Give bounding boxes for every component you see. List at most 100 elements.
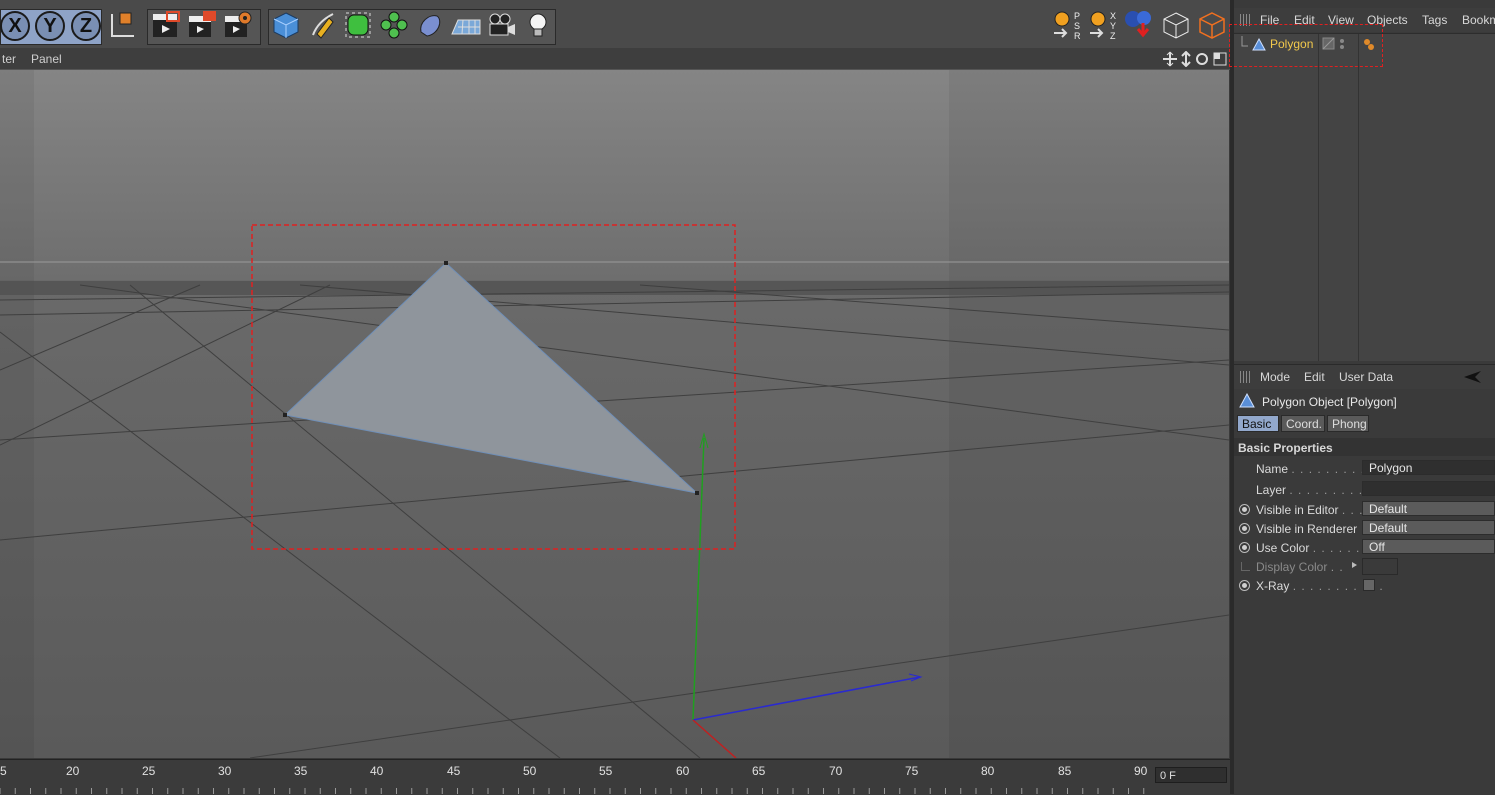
name-field[interactable]: Polygon [1362,460,1495,475]
wireframe-display-button[interactable] [1160,9,1192,41]
object-manager-top-strip [1234,0,1495,8]
om-menu-tags[interactable]: Tags [1422,13,1447,27]
timeline-tick-label: 35 [294,764,308,778]
z-axis-label: Z [79,14,93,37]
render-to-picture-viewer-button[interactable] [186,9,218,41]
make-editable-button[interactable] [1123,9,1155,41]
safe-frame-right [949,70,1229,758]
timeline-tick-label: 55 [599,764,613,778]
section-title: Basic Properties [1238,441,1333,455]
viewport-menu-panel[interactable]: Panel [31,52,62,66]
timeline-tick-label: 50 [523,764,537,778]
psr-letter-p: P [1074,11,1081,21]
xyz-letter-y: Y [1110,21,1117,31]
perspective-viewport[interactable] [0,70,1229,758]
viewport-menu-bar: ter Panel [0,48,1232,70]
maximize-view-icon[interactable] [1213,52,1227,66]
deformer-button[interactable] [414,9,446,41]
x-axis-label: X [8,14,22,37]
floor-grid-icon [451,19,481,35]
tab-phong[interactable]: Phong [1327,415,1369,432]
coordinate-system-button[interactable] [106,9,138,41]
pen-icon [312,13,334,39]
psr-letter-r: R [1074,31,1081,41]
camera-icon [489,13,515,36]
render-settings-button[interactable] [222,9,254,41]
main-toolbar: X Y Z P S R X Y Z [0,0,1232,49]
polygon-object-icon [1239,393,1255,408]
prop-use-color-label-text: Use Color [1256,541,1310,555]
label-dots: . . [1330,560,1344,574]
shaded-wire-display-button[interactable] [1196,9,1228,41]
clapboard-gear-icon [225,11,252,37]
clapboard-picture-icon [189,11,216,37]
back-arrow-icon[interactable] [1463,370,1483,384]
floor-button[interactable] [450,9,482,41]
use-color-animate-radio[interactable] [1239,542,1250,553]
render-view-button[interactable] [150,9,182,41]
column-divider [1358,34,1359,361]
add-cube-button[interactable] [270,9,302,41]
move-view-icon[interactable] [1163,51,1177,67]
expand-triangle-icon[interactable] [1351,561,1359,569]
timeline-ruler[interactable] [0,759,1232,795]
clapboard-icon [153,11,180,37]
xyz-letter-x: X [1110,11,1117,21]
xyz-letters: X Y Z [1110,11,1116,41]
wireframe-cube-icon [1163,12,1189,39]
prop-vis-editor-label: Visible in Editor . . . [1256,503,1364,517]
rotate-view-icon[interactable] [1196,53,1208,65]
timeline-tick-label: 45 [447,764,461,778]
attribute-object-title: Polygon Object [Polygon] [1262,395,1397,409]
om-menu-bookmarks[interactable]: Bookm [1462,13,1495,27]
vis-editor-animate-radio[interactable] [1239,504,1250,515]
y-axis-lock-button[interactable]: Y [35,11,65,41]
cloner-button[interactable] [378,9,410,41]
layer-field[interactable] [1362,481,1495,496]
timeline-tick-label: 65 [752,764,766,778]
timeline-tick-label: 60 [676,764,690,778]
object-list[interactable]: Polygon [1234,33,1495,361]
am-menu-mode[interactable]: Mode [1260,370,1290,384]
am-menu-user-data[interactable]: User Data [1339,370,1393,384]
prop-display-color-label-text: Display Color [1256,560,1328,574]
z-axis-lock-button[interactable]: Z [71,11,101,41]
prop-name-label-text: Name [1256,462,1289,476]
timeline-tick-label: 70 [829,764,843,778]
viewport-menu-filter[interactable]: ter [2,52,16,66]
tab-basic[interactable]: Basic [1237,415,1279,432]
zoom-view-icon[interactable] [1181,51,1191,67]
xray-animate-radio[interactable] [1239,580,1250,591]
visible-in-renderer-dropdown[interactable]: Default [1362,520,1495,535]
xray-checkbox[interactable] [1363,579,1375,591]
subdivision-surface-button[interactable] [342,9,374,41]
safe-frame-left [0,70,34,758]
light-button[interactable] [522,9,554,41]
cloner-icon [380,11,408,39]
am-menu-edit[interactable]: Edit [1304,370,1325,384]
use-color-dropdown[interactable]: Off [1362,539,1495,554]
current-frame-field[interactable]: 0 F [1155,767,1227,783]
camera-button[interactable] [486,9,518,41]
tab-coord[interactable]: Coord. [1281,415,1325,432]
grip-icon[interactable] [1240,371,1250,383]
subdivision-icon [345,12,371,38]
cube-icon [273,12,299,39]
x-axis-lock-button[interactable]: X [0,11,30,41]
deformer-icon [420,15,441,37]
vis-renderer-animate-radio[interactable] [1239,523,1250,534]
column-divider [1318,34,1319,361]
psr-letter-s: S [1074,21,1081,31]
pen-spline-button[interactable] [306,9,338,41]
y-axis-label: Y [43,14,57,37]
viewport-nav-icons [1163,51,1227,67]
spheres-arrow-icon [1125,11,1151,38]
viewport-canvas[interactable] [0,70,1229,758]
attribute-manager-menu-bar: Mode Edit User Data [1234,364,1495,389]
light-bulb-icon [529,13,547,37]
display-color-swatch[interactable] [1362,558,1398,575]
visible-in-editor-dropdown[interactable]: Default [1362,501,1495,516]
timeline-tick-label: 25 [142,764,156,778]
timeline-tick-label: 90 [1134,764,1148,778]
timeline-tick-label: 80 [981,764,995,778]
